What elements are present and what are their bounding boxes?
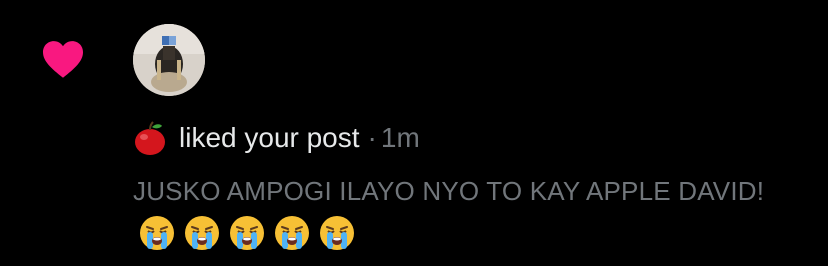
loudly-crying-face-icon bbox=[230, 216, 264, 251]
heart-icon bbox=[43, 41, 83, 78]
emoji-row bbox=[139, 215, 364, 251]
loudly-crying-face-icon bbox=[320, 216, 354, 251]
separator-dot: · bbox=[367, 122, 377, 153]
notification-headline: liked your post · 1m bbox=[133, 118, 420, 158]
apple-icon bbox=[135, 121, 165, 155]
loudly-crying-face-icon bbox=[140, 216, 174, 251]
action-text: liked your post bbox=[179, 122, 360, 153]
avatar[interactable] bbox=[133, 24, 205, 96]
post-text: JUSKO AMPOGI ILAYO NYO TO KAY APPLE DAVI… bbox=[133, 176, 765, 206]
loudly-crying-face-icon bbox=[275, 216, 309, 251]
loudly-crying-face-icon bbox=[185, 216, 219, 251]
timestamp[interactable]: 1m bbox=[381, 122, 420, 154]
post-preview[interactable]: JUSKO AMPOGI ILAYO NYO TO KAY APPLE DAVI… bbox=[133, 171, 813, 251]
like-notification[interactable]: liked your post · 1m JUSKO AMPOGI ILAYO … bbox=[0, 0, 828, 266]
avatar-image bbox=[133, 24, 205, 96]
